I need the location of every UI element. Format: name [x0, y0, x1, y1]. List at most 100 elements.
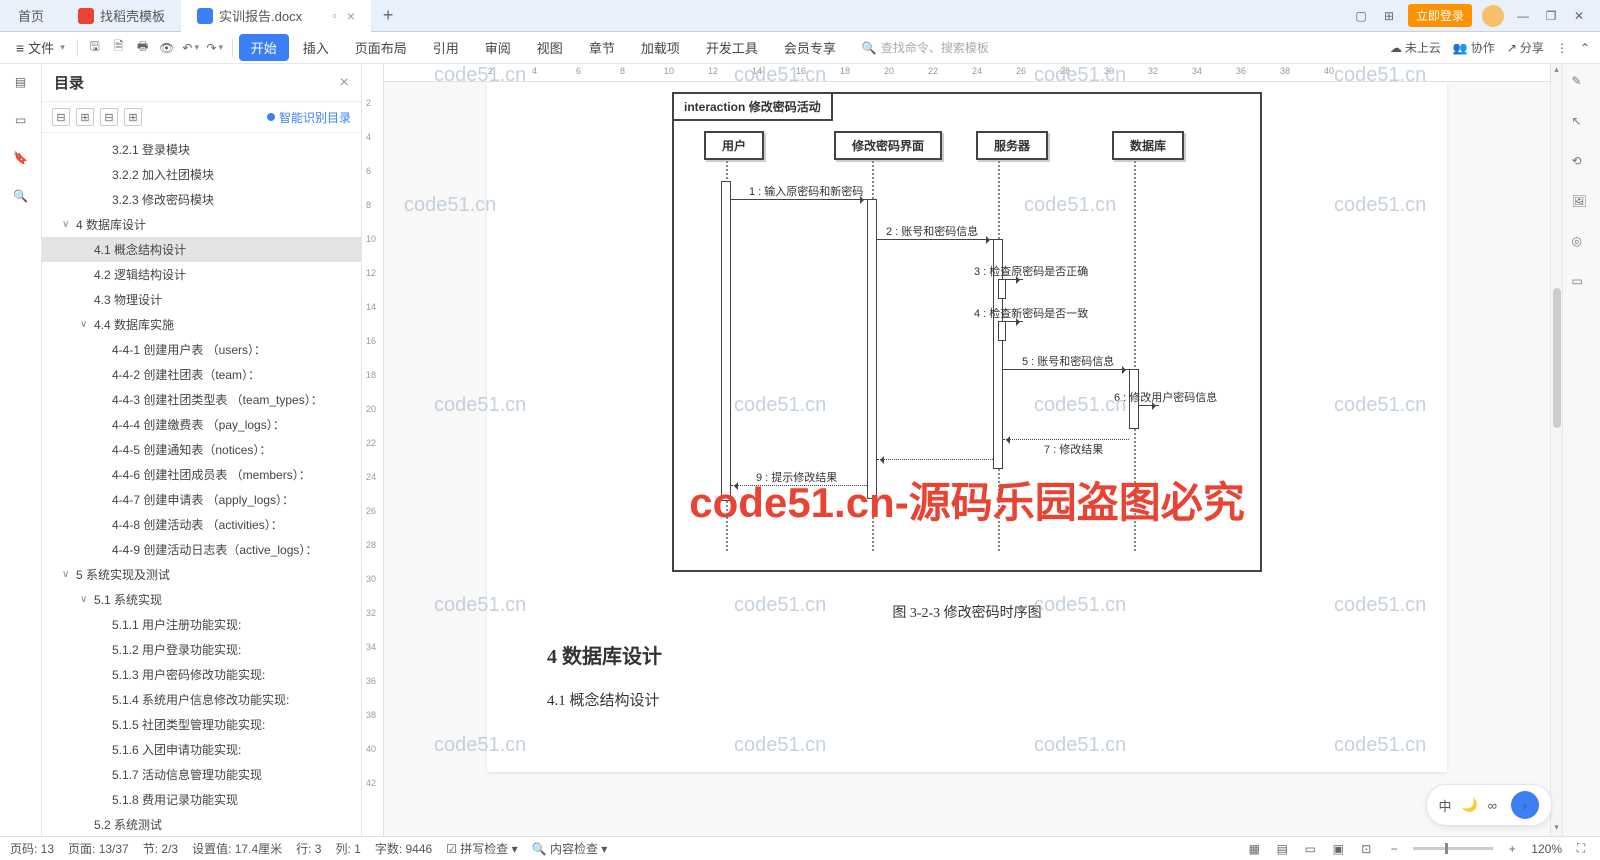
- print-preview-icon[interactable]: 👁: [156, 37, 178, 59]
- chevron-down-icon[interactable]: ∨: [62, 569, 76, 580]
- pen-icon[interactable]: ✎: [1572, 74, 1592, 94]
- ribbon-start[interactable]: 开始: [239, 34, 289, 61]
- scroll-down-icon[interactable]: ▾: [1554, 822, 1559, 836]
- ribbon-section[interactable]: 章节: [577, 34, 627, 61]
- collapse-ribbon-icon[interactable]: ⌃: [1580, 41, 1590, 55]
- outline-item[interactable]: 5.1.7 活动信息管理功能实现: [42, 762, 361, 787]
- tab-document[interactable]: 实训报告.docx ▫ ×: [181, 0, 371, 32]
- outline-item[interactable]: 5.1.8 费用记录功能实现: [42, 787, 361, 812]
- ribbon-vip[interactable]: 会员专享: [772, 34, 848, 61]
- outline-tree[interactable]: 3.2.1 登录模块3.2.2 加入社团模块3.2.3 修改密码模块∨4 数据库…: [42, 133, 361, 836]
- outline-item[interactable]: ∨4 数据库设计: [42, 212, 361, 237]
- outline-item[interactable]: 4-4-2 创建社团表（team）：: [42, 362, 361, 387]
- ribbon-view[interactable]: 视图: [525, 34, 575, 61]
- minimize-icon[interactable]: —: [1514, 7, 1532, 25]
- avatar[interactable]: [1482, 5, 1504, 27]
- undo-icon[interactable]: ↶▾: [180, 37, 202, 59]
- outline-item[interactable]: 5.1.1 用户注册功能实现:: [42, 612, 361, 637]
- scroll-thumb[interactable]: [1553, 288, 1561, 428]
- chevron-down-icon[interactable]: ∨: [62, 219, 76, 230]
- status-position[interactable]: 设置值: 17.4厘米: [192, 840, 282, 857]
- status-page-no[interactable]: 页码: 13: [10, 840, 54, 857]
- document-scroll[interactable]: 246810121416182022242628303234363840 int…: [384, 64, 1550, 836]
- outline-item[interactable]: 4.3 物理设计: [42, 287, 361, 312]
- login-button[interactable]: 立即登录: [1408, 4, 1472, 27]
- outline-item[interactable]: 5.1.5 社团类型管理功能实现:: [42, 712, 361, 737]
- outline-item[interactable]: ∨5.1 系统实现: [42, 587, 361, 612]
- collapse-all-icon[interactable]: ⊞: [76, 108, 94, 126]
- fullscreen-icon[interactable]: ⛶: [1572, 840, 1590, 858]
- outline-item[interactable]: 3.2.1 登录模块: [42, 137, 361, 162]
- outline-item[interactable]: 3.2.3 修改密码模块: [42, 187, 361, 212]
- zoom-out-icon[interactable]: −: [1385, 840, 1403, 858]
- bookmark-icon[interactable]: 🔖: [11, 148, 31, 168]
- outline-item[interactable]: ∨4.4 数据库实施: [42, 312, 361, 337]
- view-web-icon[interactable]: ▭: [1301, 840, 1319, 858]
- status-section[interactable]: 节: 2/3: [143, 840, 178, 857]
- scroll-up-icon[interactable]: ▴: [1554, 64, 1559, 78]
- outline-item[interactable]: 4.2 逻辑结构设计: [42, 262, 361, 287]
- settings-icon[interactable]: ⟲: [1572, 154, 1592, 174]
- next-page-icon[interactable]: ›: [1511, 791, 1539, 819]
- save-as-icon[interactable]: 🗎: [108, 37, 130, 59]
- outline-item[interactable]: 5.1.4 系统用户信息修改功能实现:: [42, 687, 361, 712]
- read-icon[interactable]: ▭: [1572, 274, 1592, 294]
- status-pages[interactable]: 页面: 13/37: [68, 840, 129, 857]
- ribbon-addins[interactable]: 加载项: [629, 34, 692, 61]
- outline-item[interactable]: 4-4-3 创建社团类型表 （team_types）：: [42, 387, 361, 412]
- apps-icon[interactable]: ⊞: [1380, 7, 1398, 25]
- close-icon[interactable]: ×: [347, 8, 355, 24]
- location-icon[interactable]: ◎: [1572, 234, 1592, 254]
- outline-item[interactable]: 4-4-9 创建活动日志表（active_logs）：: [42, 537, 361, 562]
- outline-item[interactable]: 4-4-8 创建活动表 （activities）：: [42, 512, 361, 537]
- ime-toggle[interactable]: 中: [1439, 796, 1452, 815]
- view-outline-icon[interactable]: ▤: [1273, 840, 1291, 858]
- chevron-down-icon[interactable]: ∨: [80, 594, 94, 605]
- ribbon-page-layout[interactable]: 页面布局: [343, 34, 419, 61]
- outline-item[interactable]: 5.2 系统测试: [42, 812, 361, 836]
- vertical-ruler[interactable]: 24681012141618202224262830323436384042: [362, 64, 384, 836]
- promote-icon[interactable]: ⊟: [100, 108, 118, 126]
- add-tab-button[interactable]: +: [371, 5, 406, 26]
- more-float-icon[interactable]: ∞: [1488, 798, 1497, 813]
- save-icon[interactable]: 🖫: [84, 37, 106, 59]
- close-window-icon[interactable]: ✕: [1570, 7, 1588, 25]
- outline-item[interactable]: 3.2.2 加入社团模块: [42, 162, 361, 187]
- view-print-icon[interactable]: ▦: [1245, 840, 1263, 858]
- ribbon-review[interactable]: 审阅: [473, 34, 523, 61]
- outline-item[interactable]: 4-4-4 创建缴费表 （pay_logs）：: [42, 412, 361, 437]
- night-mode-icon[interactable]: 🌙: [1462, 797, 1478, 813]
- share-button[interactable]: ↗ 分享: [1507, 39, 1544, 56]
- more-icon[interactable]: ⋮: [1556, 41, 1568, 55]
- print-icon[interactable]: 🖶: [132, 37, 154, 59]
- horizontal-ruler[interactable]: 246810121416182022242628303234363840: [384, 64, 1550, 82]
- vertical-scrollbar[interactable]: ▴ ▾: [1550, 64, 1562, 836]
- outline-item[interactable]: ∨5 系统实现及测试: [42, 562, 361, 587]
- outline-item[interactable]: 5.1.3 用户密码修改功能实现:: [42, 662, 361, 687]
- search-panel-icon[interactable]: 🔍: [11, 186, 31, 206]
- file-menu[interactable]: ≡ 文件 ▾: [10, 38, 71, 57]
- tab-home[interactable]: 首页: [0, 0, 62, 32]
- outline-item[interactable]: 4-4-6 创建社团成员表 （members）：: [42, 462, 361, 487]
- zoom-slider[interactable]: [1413, 847, 1493, 850]
- outline-item[interactable]: 4-4-1 创建用户表 （users）：: [42, 337, 361, 362]
- zoom-fit-icon[interactable]: ⊡: [1357, 840, 1375, 858]
- status-line[interactable]: 行: 3: [296, 840, 321, 857]
- zoom-in-icon[interactable]: +: [1503, 840, 1521, 858]
- outline-item[interactable]: 4.1 概念结构设计: [42, 237, 361, 262]
- demote-icon[interactable]: ⊞: [124, 108, 142, 126]
- ribbon-reference[interactable]: 引用: [421, 34, 471, 61]
- outline-icon[interactable]: ▤: [11, 72, 31, 92]
- outline-item[interactable]: 5.1.6 入团申请功能实现:: [42, 737, 361, 762]
- collab-button[interactable]: 👥 协作: [1453, 39, 1495, 56]
- status-content-check[interactable]: 🔍 内容检查 ▾: [532, 840, 608, 857]
- image-icon[interactable]: 🖼: [1572, 194, 1592, 214]
- command-search[interactable]: 🔍 查找命令、搜索模板: [862, 39, 989, 56]
- status-col[interactable]: 列: 1: [335, 840, 360, 857]
- cloud-status[interactable]: ☁ 未上云: [1390, 39, 1441, 56]
- view-read-icon[interactable]: ▣: [1329, 840, 1347, 858]
- close-panel-icon[interactable]: ×: [340, 74, 349, 92]
- outline-item[interactable]: 4-4-7 创建申请表 （apply_logs）：: [42, 487, 361, 512]
- layout-icon[interactable]: ▢: [1352, 7, 1370, 25]
- outline-item[interactable]: 5.1.2 用户登录功能实现:: [42, 637, 361, 662]
